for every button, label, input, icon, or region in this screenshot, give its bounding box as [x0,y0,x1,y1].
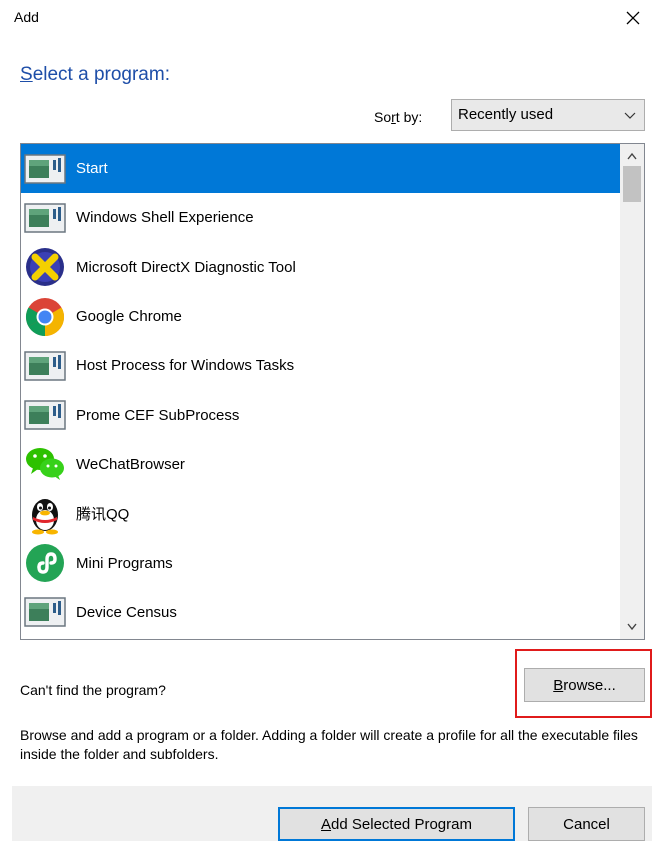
program-list-item[interactable]: Microsoft DirectX Diagnostic Tool [21,243,620,292]
title-bar: Add [0,0,652,36]
program-list-item[interactable]: WeChatBrowser [21,440,620,489]
program-list-item[interactable]: Google Chrome [21,292,620,341]
generic-app-icon [24,591,66,633]
program-list-item[interactable]: Prome CEF SubProcess [21,390,620,439]
program-name: Google Chrome [76,308,182,326]
sort-selected-value: Recently used [458,106,554,123]
browse-description: Browse and add a program or a folder. Ad… [20,727,638,762]
add-selected-program-button[interactable]: Add Selected Program [278,807,515,841]
program-name: Microsoft DirectX Diagnostic Tool [76,258,296,276]
program-name: Host Process for Windows Tasks [76,357,295,375]
window-title: Add [14,9,39,25]
chevron-down-icon [624,112,636,119]
program-list-item[interactable]: Start [21,144,620,194]
scroll-up-button[interactable] [620,146,644,166]
heading-mnemonic: S [20,64,33,85]
program-list-item[interactable]: Mini Programs [21,538,620,587]
chevron-down-icon [627,623,637,631]
cancel-button[interactable]: Cancel [528,807,645,841]
vertical-scrollbar[interactable] [620,144,644,639]
page-title: Select a program: [20,64,170,86]
mini-programs-icon [24,542,66,584]
scrollbar-thumb[interactable] [623,166,641,202]
browse-button[interactable]: Browse... [524,668,645,702]
sort-select[interactable]: Recently used [451,99,645,131]
cant-find-label: Can't find the program? [20,682,166,698]
program-list-item[interactable]: 腾讯QQ [21,489,620,538]
program-list[interactable]: Start Windows Shell Experience Microsoft D… [20,143,645,640]
add-label: dd Selected Program [331,815,472,833]
generic-app-icon [24,345,66,387]
directx-icon [24,246,66,288]
program-name: Windows Shell Experience [76,209,254,227]
close-icon[interactable] [626,11,640,25]
wechat-icon [24,443,66,485]
program-rows: Start Windows Shell Experience Microsoft D… [21,144,620,637]
chrome-icon [24,296,66,338]
scroll-down-button[interactable] [620,617,644,637]
sort-label-post: t by: [395,109,423,125]
program-list-item[interactable]: Windows Shell Experience [21,193,620,242]
program-list-item[interactable]: Device Census [21,588,620,637]
browse-mnemonic: B [553,676,564,694]
program-name: Start [76,160,108,178]
heading-text: elect a program: [32,64,170,85]
browse-label: rowse... [563,676,616,694]
sort-label-pre: So [374,109,392,125]
add-mnemonic: A [321,815,332,833]
sort-label: Sort by: [374,109,422,125]
chevron-up-icon [627,152,637,160]
program-list-item[interactable]: Host Process for Windows Tasks [21,341,620,390]
program-name: Mini Programs [76,554,173,572]
close-button[interactable] [618,4,648,32]
generic-app-icon [24,197,66,239]
generic-app-icon [24,394,66,436]
program-name: WeChatBrowser [76,455,185,473]
qq-penguin-icon [24,493,66,535]
program-name: Device Census [76,603,177,621]
program-name: Prome CEF SubProcess [76,406,240,424]
generic-app-icon [24,148,66,190]
program-name: 腾讯QQ [76,506,130,524]
